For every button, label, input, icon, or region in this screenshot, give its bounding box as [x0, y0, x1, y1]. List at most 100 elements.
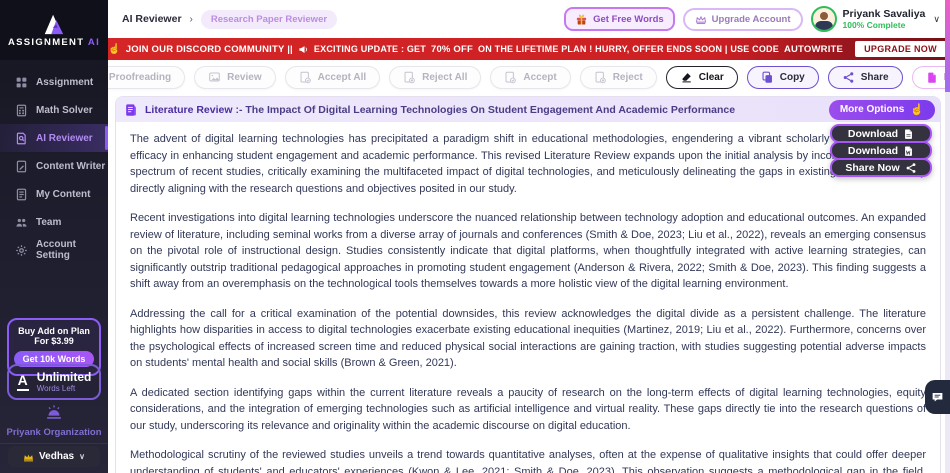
button-label: Proofreading [108, 71, 172, 83]
document-icon [16, 188, 27, 200]
app-window: ASSIGNMENT AI Assignment Math Solver AI … [0, 0, 950, 473]
document-card: Literature Review :- The Impact Of Digit… [115, 96, 941, 473]
avatar-body [814, 21, 833, 30]
document-title-rest: :- The Impact Of Digital Learning Techno… [235, 103, 736, 116]
paragraph: The advent of digital learning technolog… [130, 133, 926, 195]
button-label: Reject All [422, 71, 468, 83]
sidebar-item-math-solver[interactable]: Math Solver [0, 96, 108, 124]
review-button[interactable]: Review [194, 65, 276, 89]
hand-icon: ☝ [108, 43, 121, 55]
team-icon [16, 218, 27, 227]
sidebar-nav: Assignment Math Solver AI Reviewer Conte… [0, 60, 108, 264]
organization-block[interactable]: Priyank Organization [0, 404, 108, 438]
chat-bubble-icon [932, 392, 943, 402]
calculator-icon [16, 104, 27, 116]
promo-banner: ☝ JOIN OUR DISCORD COMMUNITY || EXCITING… [108, 38, 946, 60]
document-body: The advent of digital learning technolog… [116, 122, 940, 473]
button-label: Review [227, 71, 262, 83]
more-options-button[interactable]: More Options ☝ [828, 99, 935, 120]
hand-pointer-icon: ☝ [910, 104, 924, 116]
share-icon [906, 162, 916, 173]
new-file-icon [927, 72, 936, 83]
doc-cross-icon [595, 71, 606, 83]
banner-promo-code: AUTOWRITE [783, 43, 844, 55]
upgrade-now-button[interactable]: UPGRADE NOW [855, 41, 946, 57]
breadcrumb-current[interactable]: Research Paper Reviewer [200, 9, 338, 29]
sidebar-item-assignment[interactable]: Assignment [0, 68, 108, 96]
accept-all-button[interactable]: Accept All [284, 65, 381, 89]
share-button[interactable]: Share [827, 65, 903, 89]
user-name: Priyank Savaliya [842, 7, 926, 20]
sidebar-item-content-writer[interactable]: Content Writer [0, 152, 108, 180]
paragraph: Addressing the call for a critical exami… [130, 307, 926, 370]
button-label: Share [860, 71, 889, 83]
menu-item-label: Share Now [845, 161, 900, 174]
clear-button[interactable]: Clear [665, 65, 738, 89]
copy-button[interactable]: Copy [746, 65, 819, 89]
get-free-words-label: Get Free Words [593, 13, 664, 25]
share-icon [843, 71, 854, 83]
organization-name: Priyank Organization [6, 427, 102, 438]
app-logo-text: ASSIGNMENT AI [7, 37, 101, 48]
words-left-subtitle: Words Left [36, 384, 76, 394]
sidebar-item-ai-reviewer[interactable]: AI Reviewer [0, 124, 108, 152]
scrollbar-thumb[interactable] [945, 0, 950, 92]
user-menu[interactable]: Priyank Savaliya 100% Complete ∨ [810, 6, 940, 32]
sidebar-item-account-setting[interactable]: Account Setting [0, 236, 108, 264]
breadcrumb-separator: › [189, 13, 193, 25]
crown-icon [24, 454, 34, 461]
document-title-type: Literature Review [145, 103, 233, 116]
upgrade-account-button[interactable]: Upgrade Account [682, 7, 803, 31]
chevron-down-icon[interactable]: ∨ [933, 14, 940, 25]
upgrade-account-label: Upgrade Account [711, 13, 791, 25]
sidebar-item-label: My Content [36, 188, 91, 200]
copy-icon [762, 71, 772, 83]
sidebar-item-label: Math Solver [36, 104, 93, 116]
sidebar-item-label: AI Reviewer [36, 132, 93, 144]
gift-icon [576, 14, 587, 25]
reject-all-button[interactable]: Reject All [389, 65, 482, 89]
breadcrumb-parent[interactable]: AI Reviewer [122, 13, 182, 25]
words-left-title: Unlimited [36, 369, 92, 384]
feedback-chat-tab[interactable] [925, 380, 950, 414]
app-logo[interactable]: ASSIGNMENT AI [0, 0, 108, 60]
organization-icon [47, 405, 61, 419]
get-free-words-button[interactable]: Get Free Words [564, 7, 675, 31]
megaphone-icon [299, 45, 307, 53]
grid-icon [16, 77, 27, 87]
top-bar: AI Reviewer › Research Paper Reviewer Ge… [108, 0, 946, 38]
paragraph: Recent investigations into digital learn… [130, 212, 926, 290]
sidebar-item-label: Assignment [36, 76, 94, 88]
review-toolbar: Proofreading Review Accept All Reject Al… [75, 60, 950, 94]
reject-button[interactable]: Reject [579, 65, 657, 89]
menu-item-label: Download [847, 127, 899, 140]
review-doc-icon [16, 132, 26, 144]
image-icon [209, 72, 220, 82]
document-header: Literature Review :- The Impact Of Digit… [116, 97, 940, 122]
sidebar-item-label: Account Setting [36, 239, 76, 261]
profile-completion-badge: 100% Complete [842, 20, 906, 31]
doc-check-icon [505, 71, 517, 83]
document-title: Literature Review :- The Impact Of Digit… [145, 104, 735, 116]
paragraph: Methodological scrutiny of the reviewed … [130, 449, 926, 473]
eraser-icon [681, 73, 691, 83]
doc-cross-icon [404, 71, 415, 83]
share-now-menu-item[interactable]: Share Now [830, 158, 932, 177]
button-label: Copy [779, 71, 805, 83]
sidebar-divider [0, 443, 108, 444]
accept-button[interactable]: Accept [490, 65, 571, 89]
literature-doc-icon [126, 103, 136, 116]
workspace-selector[interactable]: Vedhas ∨ [8, 446, 100, 467]
menu-item-label: Download [847, 144, 899, 157]
more-options-menu: Download Download Share Now [830, 124, 932, 177]
crown-icon [695, 15, 706, 24]
assignment-ai-mark: A [16, 372, 29, 391]
button-label: Accept All [317, 71, 367, 83]
pdf-file-icon [905, 129, 913, 139]
sidebar-item-my-content[interactable]: My Content [0, 180, 108, 208]
assignment-ai-logo-icon [44, 14, 64, 35]
button-label: Clear [698, 71, 724, 83]
workspace-name: Vedhas [39, 451, 75, 462]
sidebar-item-team[interactable]: Team [0, 208, 108, 236]
avatar-head [819, 12, 828, 20]
